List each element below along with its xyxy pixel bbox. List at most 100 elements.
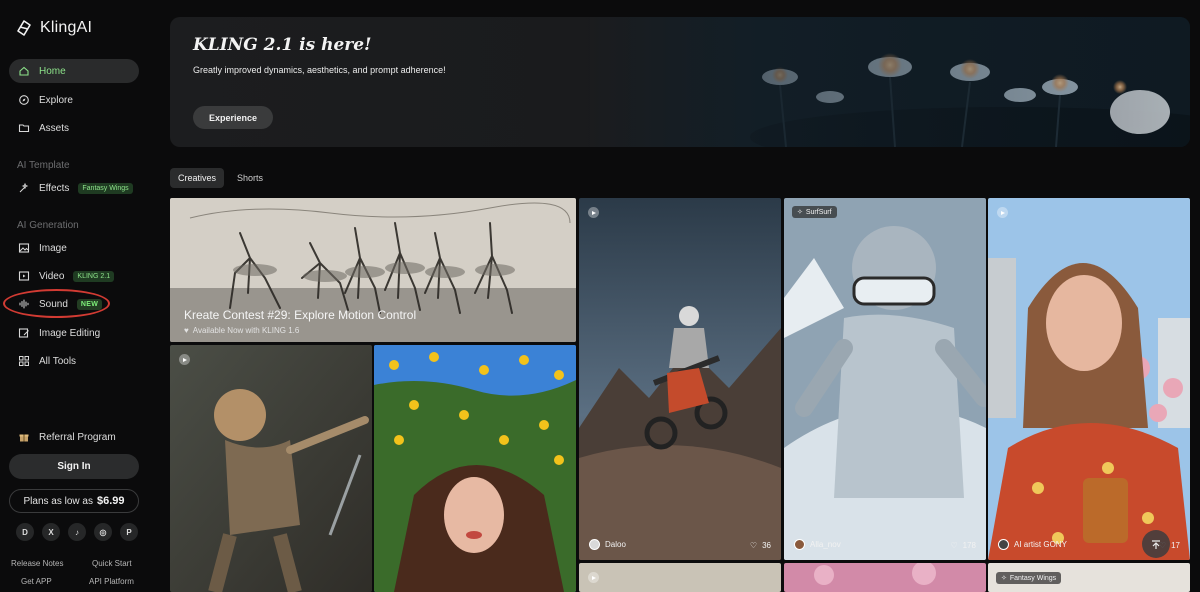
creator-name: Daloo <box>605 540 626 549</box>
gift-icon <box>18 431 30 443</box>
nav-all-tools-label: All Tools <box>39 355 77 367</box>
heart-icon: ♥ <box>184 326 189 335</box>
home-icon <box>18 65 30 77</box>
video-icon <box>18 270 30 282</box>
effect-tag-label: SurfSurf <box>805 208 832 216</box>
video-badge: KLING 2.1 <box>73 270 115 282</box>
nav-effects[interactable]: Effects Fantasy Wings <box>9 176 139 200</box>
plans-prefix: Plans as low as <box>23 495 93 507</box>
nav-image-label: Image <box>39 242 67 254</box>
likes-value: 178 <box>962 541 976 550</box>
partial-card-2[interactable] <box>784 563 986 592</box>
social-links: D X ♪ ◎ P <box>16 523 138 541</box>
discord-icon[interactable]: D <box>16 523 34 541</box>
sound-wave-icon <box>18 298 30 310</box>
like-count[interactable]: ♡ 36 <box>750 541 771 550</box>
banner-subtitle: Greatly improved dynamics, aesthetics, a… <box>193 65 446 75</box>
creator-name: AI artist GONY <box>1014 540 1067 549</box>
banner-title: KLING 2.1 is here! <box>193 35 372 55</box>
play-icon <box>179 354 190 365</box>
nav-sound-label: Sound <box>39 298 68 310</box>
sound-new-badge: NEW <box>76 298 103 310</box>
nav-explore[interactable]: Explore <box>9 88 139 112</box>
hero-banner[interactable]: KLING 2.1 is here! Greatly improved dyna… <box>170 17 1190 147</box>
instagram-icon[interactable]: ◎ <box>94 523 112 541</box>
likes-value: 36 <box>762 541 771 550</box>
effect-tag: ✧ SurfSurf <box>792 206 837 218</box>
portrait-card[interactable]: AI artist GONY ♡ 17 <box>988 198 1190 560</box>
nav-all-tools[interactable]: All Tools <box>9 349 139 373</box>
logo[interactable]: KlingAI <box>14 18 92 38</box>
get-app-link[interactable]: Get APP <box>21 577 52 586</box>
nav-home-label: Home <box>39 65 66 77</box>
compass-icon <box>18 94 30 106</box>
sign-in-button[interactable]: Sign In <box>9 454 139 479</box>
nav-video[interactable]: Video KLING 2.1 <box>9 264 139 288</box>
heart-outline-icon: ♡ <box>950 541 958 550</box>
folder-icon <box>18 122 30 134</box>
avatar <box>998 539 1009 550</box>
avatar <box>794 539 805 550</box>
avatar <box>589 539 600 550</box>
play-icon <box>997 207 1008 218</box>
nav-sound[interactable]: Sound NEW <box>9 292 139 316</box>
sparkle-icon: ✧ <box>1001 575 1007 582</box>
cherry-blossom-image <box>784 563 986 592</box>
tab-shorts[interactable]: Shorts <box>229 168 271 188</box>
experience-button[interactable]: Experience <box>193 106 273 129</box>
effect-tag-label: Fantasy Wings <box>1009 574 1057 582</box>
plans-price: $6.99 <box>96 495 125 507</box>
play-icon <box>588 207 599 218</box>
nav-assets[interactable]: Assets <box>9 116 139 140</box>
tiktok-icon[interactable]: ♪ <box>68 523 86 541</box>
api-platform-link[interactable]: API Platform <box>89 577 134 586</box>
flower-field-card[interactable] <box>374 345 576 592</box>
warrior-image <box>170 345 372 592</box>
kling-logo-icon <box>17 20 31 36</box>
partial-image-1 <box>579 563 781 592</box>
arrow-up-icon <box>1152 540 1160 549</box>
section-ai-generation: AI Generation <box>17 220 79 231</box>
banner-flowers-image <box>590 17 1190 147</box>
partial-card-1[interactable] <box>579 563 781 592</box>
quick-start-link[interactable]: Quick Start <box>92 559 132 568</box>
referral-program-link[interactable]: Referral Program <box>9 425 139 449</box>
like-count[interactable]: ♡ 178 <box>950 541 976 550</box>
creator-row: AI artist GONY <box>998 539 1067 550</box>
snow-rider-card[interactable]: ✧ SurfSurf Alla_nov ♡ 178 <box>784 198 986 560</box>
creator-row: Alla_nov <box>794 539 841 550</box>
contest-card[interactable]: Kreate Contest #29: Explore Motion Contr… <box>170 198 576 342</box>
flower-field-portrait-image <box>374 345 576 592</box>
nav-image-editing-label: Image Editing <box>39 327 101 339</box>
nav-image[interactable]: Image <box>9 236 139 260</box>
snow-rider-image <box>784 198 986 560</box>
scroll-to-top-button[interactable] <box>1142 530 1170 558</box>
plans-button[interactable]: Plans as low as $6.99 <box>9 489 139 513</box>
partial-card-3[interactable]: ✧ Fantasy Wings <box>988 563 1190 592</box>
nav-effects-label: Effects <box>39 182 70 194</box>
motocross-card[interactable]: Daloo ♡ 36 <box>579 198 781 560</box>
nav-assets-label: Assets <box>39 122 70 134</box>
image-icon <box>18 242 30 254</box>
nav-image-editing[interactable]: Image Editing <box>9 321 139 345</box>
motocross-image <box>579 198 781 560</box>
warrior-card[interactable] <box>170 345 372 592</box>
image-edit-icon <box>18 327 30 339</box>
referral-label: Referral Program <box>39 431 116 443</box>
woman-portrait-image <box>988 198 1190 560</box>
effects-icon <box>18 182 30 194</box>
creator-name: Alla_nov <box>810 540 841 549</box>
section-ai-template: AI Template <box>17 160 70 171</box>
tab-creatives[interactable]: Creatives <box>170 168 225 188</box>
likes-value: 17 <box>1171 541 1180 550</box>
release-notes-link[interactable]: Release Notes <box>11 559 63 568</box>
pinterest-icon[interactable]: P <box>120 523 138 541</box>
play-icon <box>588 572 599 583</box>
creator-row: Daloo <box>589 539 626 550</box>
nav-explore-label: Explore <box>39 94 73 106</box>
nav-home[interactable]: Home <box>9 59 139 83</box>
brand-name: KlingAI <box>40 19 93 36</box>
x-icon[interactable]: X <box>42 523 60 541</box>
grid-icon <box>18 355 30 367</box>
effects-badge: Fantasy Wings <box>78 182 133 194</box>
